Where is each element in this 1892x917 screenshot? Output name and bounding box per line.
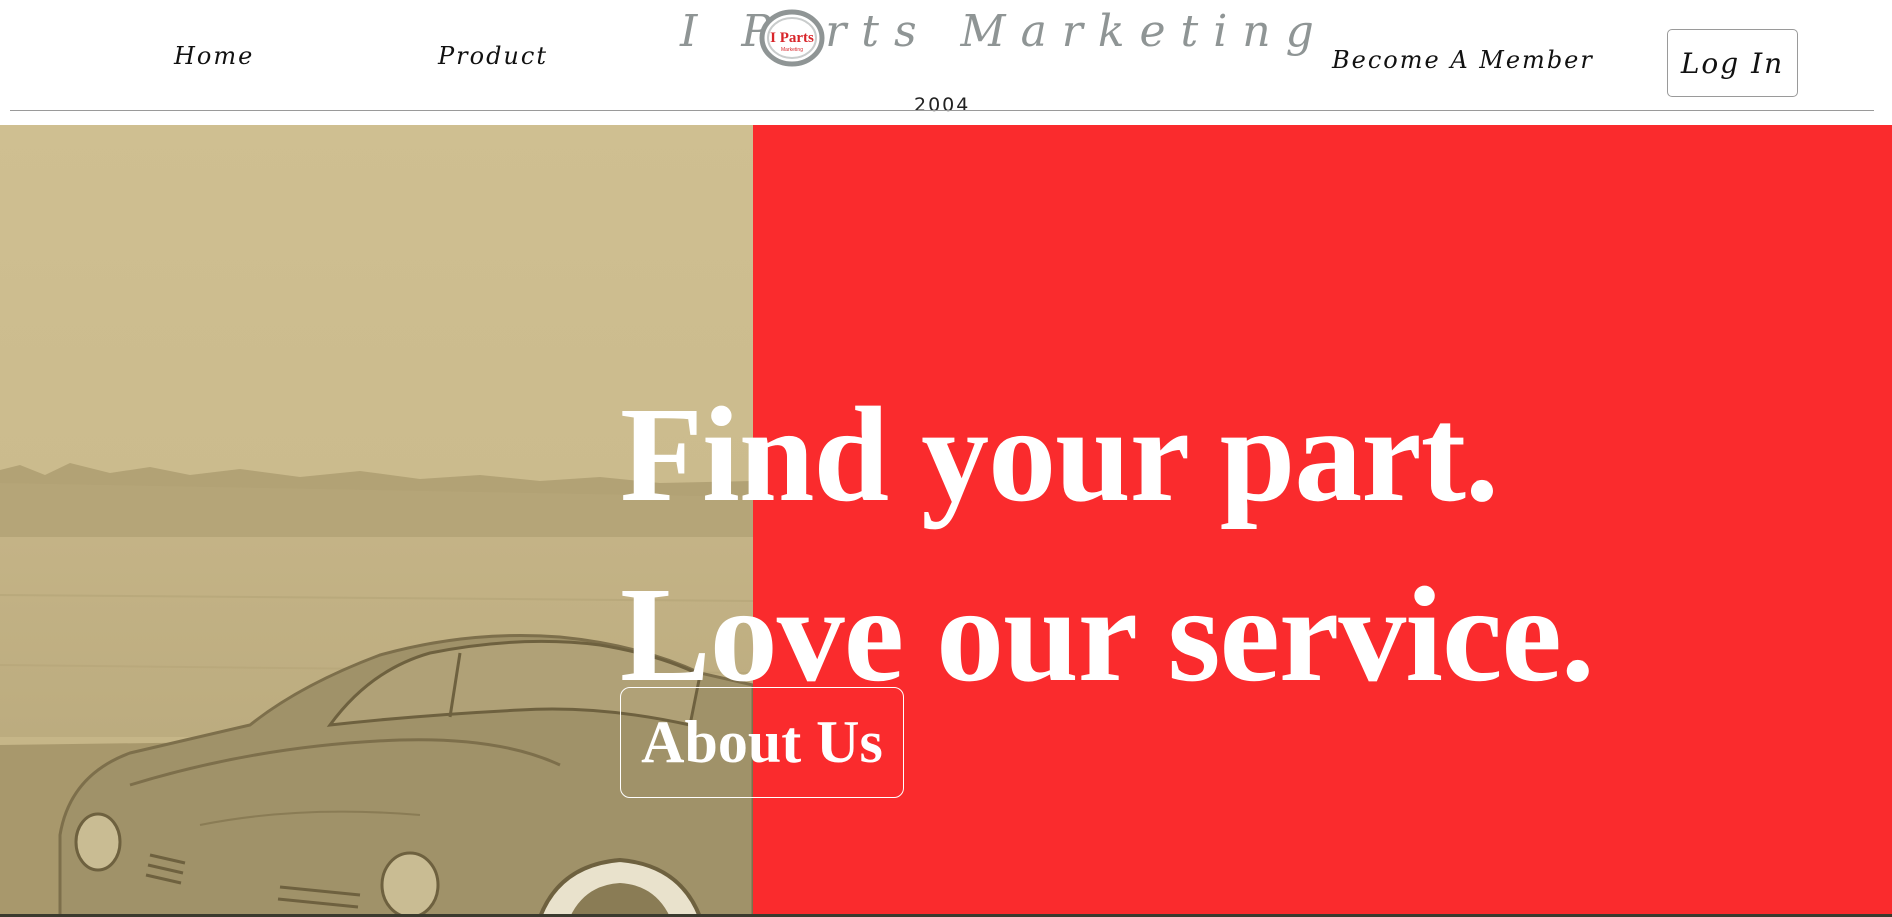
about-us-button[interactable]: About Us: [620, 687, 904, 798]
site-header: Home Product I Parts Marketing I Parts M…: [0, 0, 1892, 125]
brand-year: 2004: [914, 94, 971, 116]
nav-home-link[interactable]: Home: [174, 42, 254, 70]
hero-section: Find your part. Love our service. About …: [0, 125, 1892, 917]
hero-headline-line-2: Love our service.: [620, 560, 1595, 711]
header-divider: [10, 110, 1874, 111]
brand-logo-badge[interactable]: I Parts Marketing: [758, 9, 826, 67]
nav-become-member-link[interactable]: Become A Member: [1332, 46, 1594, 74]
hero-headline-line-1: Find your part.: [620, 380, 1499, 531]
brand-badge-text: I Parts: [770, 30, 814, 46]
login-button[interactable]: Log In: [1667, 29, 1798, 97]
brand-badge-subtext: Marketing: [781, 47, 803, 53]
nav-product-link[interactable]: Product: [438, 42, 548, 70]
